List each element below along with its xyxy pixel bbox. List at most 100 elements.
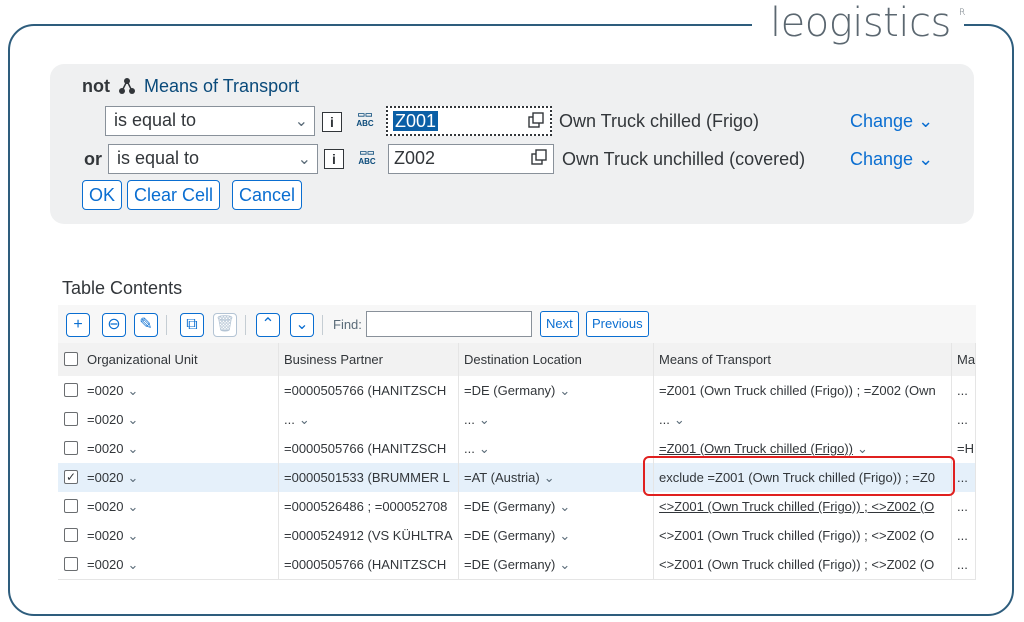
cell-destination[interactable]: =DE (Germany) ⌄ bbox=[459, 521, 654, 550]
delete-icon[interactable]: 🗑 bbox=[213, 313, 237, 337]
row-checkbox[interactable] bbox=[64, 441, 78, 455]
move-up-icon[interactable]: ⌃ bbox=[256, 313, 280, 337]
cell-business-partner[interactable]: =0000501533 (BRUMMER L bbox=[279, 463, 459, 492]
cell-destination[interactable]: =DE (Germany) ⌄ bbox=[459, 492, 654, 521]
value-input-2[interactable]: Z002 bbox=[388, 144, 554, 174]
cell-business-partner[interactable]: =0000505766 (HANITZSCH bbox=[279, 434, 459, 463]
find-label: Find: bbox=[333, 317, 362, 332]
cell-means-of-transport[interactable]: =Z001 (Own Truck chilled (Frigo)) ; =Z00… bbox=[654, 376, 952, 405]
cell-org-unit[interactable]: =0020 ⌄ bbox=[82, 463, 279, 492]
toolbar-divider bbox=[166, 315, 167, 335]
table-title: Table Contents bbox=[62, 278, 183, 298]
copy-icon[interactable] bbox=[531, 149, 547, 165]
row-checkbox[interactable] bbox=[64, 528, 78, 542]
column-header[interactable]: Ma bbox=[952, 343, 976, 376]
cell-business-partner[interactable]: =0000505766 (HANITZSCH bbox=[279, 376, 459, 405]
chevron-down-icon: ⌄ bbox=[559, 499, 571, 514]
cell-means-of-transport[interactable]: <>Z001 (Own Truck chilled (Frigo)) ; <>Z… bbox=[654, 492, 952, 521]
info-icon[interactable]: i bbox=[324, 149, 344, 169]
add-icon[interactable]: + bbox=[66, 313, 90, 337]
info-icon[interactable]: i bbox=[322, 112, 342, 132]
column-header[interactable]: Business Partner bbox=[279, 343, 459, 376]
cell-more[interactable]: ... bbox=[952, 376, 976, 405]
table-row[interactable]: =0020 ⌄ =0000505766 (HANITZSCH =DE (Germa… bbox=[58, 550, 976, 580]
table-row[interactable]: =0020 ⌄ =0000526486 ; =000052708 =DE (Ger… bbox=[58, 492, 976, 522]
find-input[interactable] bbox=[366, 311, 532, 337]
cell-destination[interactable]: ... ⌄ bbox=[459, 434, 654, 463]
condition-title: not Means of Transport bbox=[82, 76, 299, 97]
table-row[interactable]: =0020 ⌄ ... ⌄ ... ⌄ ... ⌄ ... bbox=[58, 405, 976, 435]
move-down-icon[interactable]: ⌄ bbox=[290, 313, 314, 337]
column-header[interactable]: Destination Location bbox=[459, 343, 654, 376]
clear-cell-button[interactable]: Clear Cell bbox=[127, 180, 221, 210]
cell-destination[interactable]: =DE (Germany) ⌄ bbox=[459, 550, 654, 579]
cell-org-unit[interactable]: =0020 ⌄ bbox=[82, 521, 279, 550]
cell-more[interactable]: ... bbox=[952, 463, 976, 492]
table-row[interactable]: =0020 ⌄ =0000505766 (HANITZSCH =DE (Germa… bbox=[58, 376, 976, 406]
change-link-1[interactable]: Change ⌄ bbox=[850, 111, 933, 132]
cell-business-partner[interactable]: =0000526486 ; =000052708 bbox=[279, 492, 459, 521]
cell-org-unit[interactable]: =0020 ⌄ bbox=[82, 405, 279, 434]
row-checkbox[interactable] bbox=[64, 499, 78, 513]
copy-row-icon[interactable]: ⧉ bbox=[180, 313, 204, 337]
chevron-down-icon: ⌄ bbox=[127, 557, 139, 572]
previous-button[interactable]: Previous bbox=[586, 311, 649, 337]
leogistics-logo: leogistics R bbox=[770, 0, 965, 46]
cancel-button[interactable]: Cancel bbox=[232, 180, 303, 210]
chevron-down-icon: ⌄ bbox=[127, 383, 139, 398]
hierarchy-icon bbox=[119, 78, 135, 94]
cell-org-unit[interactable]: =0020 ⌄ bbox=[82, 376, 279, 405]
cell-more[interactable]: ... bbox=[952, 492, 976, 521]
row-checkbox[interactable] bbox=[64, 412, 78, 426]
row-checkbox-checked[interactable]: ✓ bbox=[64, 470, 78, 484]
copy-icon[interactable] bbox=[528, 112, 544, 128]
cell-business-partner[interactable]: =0000505766 (HANITZSCH bbox=[279, 550, 459, 579]
chevron-down-icon: ⌄ bbox=[294, 113, 308, 130]
cell-business-partner[interactable]: ... ⌄ bbox=[279, 405, 459, 434]
chevron-down-icon: ⌄ bbox=[559, 528, 571, 543]
operator-select-2[interactable]: is equal to ⌄ bbox=[108, 144, 318, 174]
cell-more[interactable]: ... bbox=[952, 405, 976, 434]
column-header[interactable]: Organizational Unit bbox=[82, 343, 279, 376]
cell-destination[interactable]: ... ⌄ bbox=[459, 405, 654, 434]
cell-means-of-transport[interactable]: <>Z001 (Own Truck chilled (Frigo)) ; <>Z… bbox=[654, 521, 952, 550]
cell-more[interactable]: ... bbox=[952, 550, 976, 579]
cell-org-unit[interactable]: =0020 ⌄ bbox=[82, 434, 279, 463]
chevron-down-icon: ⌄ bbox=[478, 412, 490, 427]
chevron-down-icon: ⌄ bbox=[127, 499, 139, 514]
cell-org-unit[interactable]: =0020 ⌄ bbox=[82, 550, 279, 579]
field-label: Means of Transport bbox=[144, 76, 300, 96]
chevron-down-icon: ⌄ bbox=[918, 149, 934, 169]
remove-icon[interactable]: ⊖ bbox=[102, 313, 126, 337]
chevron-down-icon: ⌄ bbox=[297, 151, 311, 168]
change-link-2[interactable]: Change ⌄ bbox=[850, 149, 933, 170]
chevron-down-icon: ⌄ bbox=[127, 528, 139, 543]
table-row[interactable]: =0020 ⌄ =0000524912 (VS KÜHLTRA =DE (Germ… bbox=[58, 521, 976, 551]
chevron-down-icon: ⌄ bbox=[918, 111, 934, 131]
cell-org-unit[interactable]: =0020 ⌄ bbox=[82, 492, 279, 521]
ok-button[interactable]: OK bbox=[82, 180, 123, 210]
operator-select-1[interactable]: is equal to ⌄ bbox=[105, 106, 315, 136]
select-all-checkbox[interactable] bbox=[64, 352, 78, 366]
cell-business-partner[interactable]: =0000524912 (VS KÜHLTRA bbox=[279, 521, 459, 550]
or-connector: or bbox=[84, 149, 102, 169]
column-header[interactable]: Means of Transport bbox=[654, 343, 952, 376]
abc-value-help-icon[interactable]: ▭▭ ABC bbox=[356, 148, 378, 170]
value-input-1[interactable]: Z001 bbox=[386, 106, 552, 136]
chevron-down-icon: ⌄ bbox=[856, 441, 868, 456]
cell-more[interactable]: ... bbox=[952, 521, 976, 550]
row-checkbox[interactable] bbox=[64, 557, 78, 571]
chevron-down-icon: ⌄ bbox=[478, 441, 490, 456]
edit-icon[interactable]: ✎ bbox=[134, 313, 158, 337]
value-description-2: Own Truck unchilled (covered) bbox=[562, 149, 806, 169]
next-button[interactable]: Next bbox=[540, 311, 579, 337]
cell-destination[interactable]: =AT (Austria) ⌄ bbox=[459, 463, 654, 492]
row-checkbox[interactable] bbox=[64, 383, 78, 397]
abc-value-help-icon[interactable]: ▭▭ ABC bbox=[354, 110, 376, 132]
cell-more[interactable]: =H bbox=[952, 434, 976, 463]
chevron-down-icon: ⌄ bbox=[127, 441, 139, 456]
cell-means-of-transport[interactable]: <>Z001 (Own Truck chilled (Frigo)) ; <>Z… bbox=[654, 550, 952, 579]
cell-means-of-transport[interactable]: ... ⌄ bbox=[654, 405, 952, 434]
cell-destination[interactable]: =DE (Germany) ⌄ bbox=[459, 376, 654, 405]
chevron-down-icon: ⌄ bbox=[559, 383, 571, 398]
